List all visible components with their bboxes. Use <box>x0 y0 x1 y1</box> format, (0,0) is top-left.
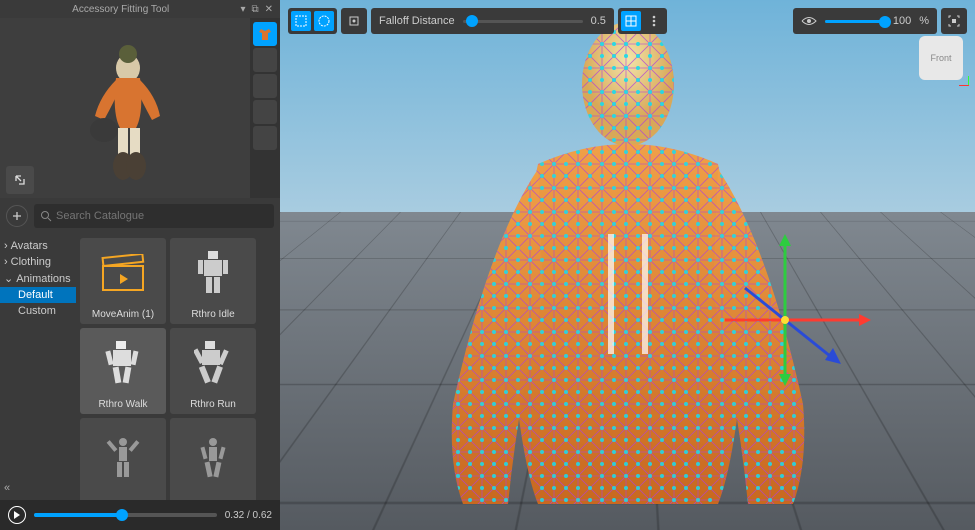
select-lasso-button[interactable] <box>314 11 334 31</box>
tree-item-default[interactable]: Default <box>0 287 76 303</box>
grid-item-pose1[interactable] <box>80 418 166 504</box>
grid-item-moveanim[interactable]: MoveAnim (1) <box>80 238 166 324</box>
snap-icon <box>347 14 361 28</box>
grid-label: Rthro Walk <box>98 397 147 412</box>
tree-label: Avatars <box>11 240 48 252</box>
popout-icon <box>13 173 27 187</box>
tool-slot-5[interactable] <box>253 126 277 150</box>
zoom-fill <box>825 20 885 23</box>
shirt-icon <box>257 26 273 42</box>
grid-item-pose2[interactable] <box>170 418 256 504</box>
accessory-fitting-panel: Accessory Fitting Tool ▾ ⧉ ✕ <box>0 0 280 530</box>
tree-label: Default <box>18 289 53 301</box>
falloff-control: Falloff Distance 0.5 <box>371 8 614 34</box>
view-cube-face: Front <box>930 53 951 63</box>
chevron-right-icon: › <box>4 256 8 268</box>
grid-label: MoveAnim (1) <box>92 307 154 322</box>
grid-label: Rthro Idle <box>191 307 234 322</box>
tree-item-animations[interactable]: ⌄ Animations <box>0 270 76 287</box>
tool-slot-4[interactable] <box>253 100 277 124</box>
playback-bar: 0.32 / 0.62 <box>0 500 280 530</box>
animation-grid: MoveAnim (1) Rthro Idle Rthro Walk Rthro… <box>76 234 280 530</box>
panel-undock-icon[interactable]: ⧉ <box>248 4 261 15</box>
tool-slot-3[interactable] <box>253 74 277 98</box>
viewport-toolbar-left: Falloff Distance 0.5 <box>288 8 667 34</box>
zoom-slider[interactable] <box>825 20 885 23</box>
preview-viewport[interactable] <box>0 18 250 198</box>
figure-icon <box>104 434 142 484</box>
accessory-tool-button[interactable] <box>253 22 277 46</box>
misc-group <box>618 8 667 34</box>
panel-collapse-icon[interactable]: ▾ <box>237 4 248 15</box>
transform-gizmo[interactable] <box>715 230 875 390</box>
falloff-label: Falloff Distance <box>379 15 455 27</box>
search-row <box>0 198 280 234</box>
falloff-slider[interactable] <box>463 20 583 23</box>
preview-toolbar <box>250 18 280 198</box>
tree-item-avatars[interactable]: › Avatars <box>0 238 76 254</box>
eye-icon <box>801 15 817 27</box>
figure-icon <box>194 249 232 299</box>
search-input[interactable] <box>56 210 268 222</box>
snap-group <box>341 8 367 34</box>
preview-area <box>0 18 280 198</box>
cage-icon <box>624 14 638 28</box>
viewport-toolbar-right: 100 % <box>793 8 967 34</box>
falloff-value: 0.5 <box>591 15 606 27</box>
figure-icon <box>194 434 232 484</box>
search-box[interactable] <box>34 204 274 228</box>
viewport[interactable]: Falloff Distance 0.5 100 % Front <box>280 0 975 530</box>
zoom-value: 100 <box>893 15 911 27</box>
play-icon <box>13 511 21 519</box>
plus-icon <box>12 211 22 221</box>
tree-item-custom[interactable]: Custom <box>0 303 76 319</box>
panel-title: Accessory Fitting Tool <box>4 4 237 15</box>
search-icon <box>40 210 52 222</box>
grid-item-rthro-walk[interactable]: Rthro Walk <box>80 328 166 414</box>
tree-label: Animations <box>16 273 70 285</box>
grid-item-rthro-run[interactable]: Rthro Run <box>170 328 256 414</box>
more-icon <box>647 14 661 28</box>
cage-button[interactable] <box>621 11 641 31</box>
select-box-icon <box>294 14 308 28</box>
add-button[interactable] <box>6 205 28 227</box>
tree-label: Clothing <box>11 256 51 268</box>
more-button[interactable] <box>644 11 664 31</box>
frame-button[interactable] <box>944 11 964 31</box>
playback-thumb[interactable] <box>116 509 128 521</box>
view-cube[interactable]: Front <box>919 36 963 80</box>
zoom-control: 100 % <box>793 8 937 34</box>
falloff-thumb[interactable] <box>466 15 478 27</box>
frame-group <box>941 8 967 34</box>
clapper-icon <box>98 254 148 294</box>
selection-group <box>288 8 337 34</box>
figure-icon <box>104 339 142 389</box>
zoom-unit: % <box>919 15 929 27</box>
playback-fill <box>34 513 122 517</box>
playback-time: 0.32 / 0.62 <box>225 510 272 521</box>
tree-item-clothing[interactable]: › Clothing <box>0 254 76 270</box>
snap-button[interactable] <box>344 11 364 31</box>
frame-icon <box>947 14 961 28</box>
category-tree: › Avatars › Clothing ⌄ Animations Defaul… <box>0 234 76 530</box>
panel-body: › Avatars › Clothing ⌄ Animations Defaul… <box>0 234 280 530</box>
chevron-down-icon: ⌄ <box>4 272 13 285</box>
playback-slider[interactable] <box>34 513 217 517</box>
play-button[interactable] <box>8 506 26 524</box>
panel-close-icon[interactable]: ✕ <box>262 4 276 15</box>
tool-slot-2[interactable] <box>253 48 277 72</box>
chevron-right-icon: › <box>4 240 8 252</box>
select-box-button[interactable] <box>291 11 311 31</box>
figure-icon <box>194 339 232 389</box>
tree-label: Custom <box>18 305 56 317</box>
popout-preview-button[interactable] <box>6 166 34 194</box>
zoom-thumb[interactable] <box>879 16 891 28</box>
panel-header: Accessory Fitting Tool ▾ ⧉ ✕ <box>0 0 280 18</box>
select-lasso-icon <box>317 14 331 28</box>
collapse-handle[interactable]: « <box>4 482 10 494</box>
grid-label: Rthro Run <box>190 397 236 412</box>
grid-item-rthro-idle[interactable]: Rthro Idle <box>170 238 256 324</box>
